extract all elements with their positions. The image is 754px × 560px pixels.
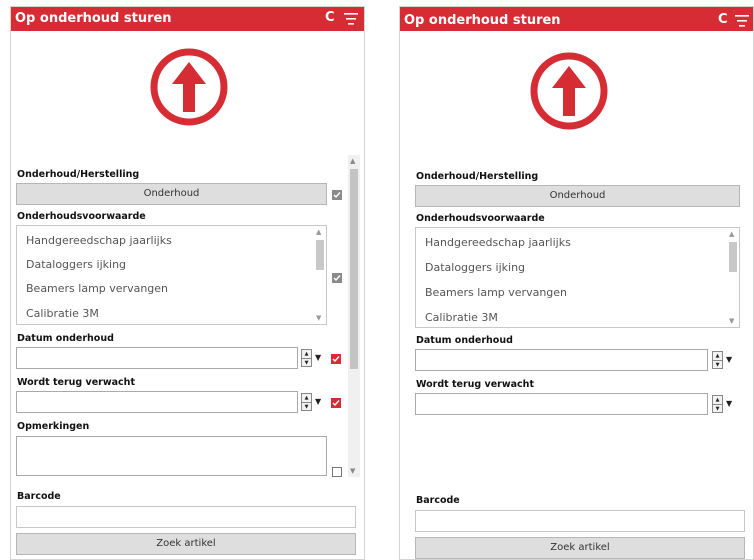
filter-menu-icon[interactable] — [344, 12, 358, 26]
spin-down-icon[interactable]: ▼ — [713, 361, 722, 369]
return-checkbox[interactable] — [331, 398, 341, 408]
scroll-up-icon[interactable]: ▲ — [316, 228, 321, 236]
return-spinner[interactable]: ▲ ▼ — [301, 393, 312, 411]
check-icon — [333, 192, 341, 199]
condition-listbox[interactable]: Handgereedschap jaarlijks Dataloggers ij… — [415, 227, 740, 328]
condition-checkbox[interactable] — [332, 273, 342, 283]
spin-up-icon[interactable]: ▲ — [713, 396, 722, 404]
list-item[interactable]: Beamers lamp vervangen — [26, 282, 168, 295]
date-label: Datum onderhoud — [17, 333, 114, 344]
panel-header: Op onderhoud sturen C — [400, 7, 753, 31]
listbox-scrollbar[interactable]: ▲ ▼ — [314, 226, 326, 324]
type-checkbox[interactable] — [332, 190, 342, 200]
remarks-label: Opmerkingen — [17, 421, 90, 432]
list-item[interactable]: Handgereedschap jaarlijks — [26, 234, 172, 247]
spin-up-icon[interactable]: ▲ — [713, 352, 722, 360]
form-scrollbar[interactable]: ▲ ▼ — [348, 155, 360, 477]
date-spinner[interactable]: ▲ ▼ — [301, 349, 312, 367]
remarks-textarea[interactable] — [16, 436, 327, 476]
barcode-label: Barcode — [416, 495, 460, 506]
clear-button[interactable]: C — [325, 10, 335, 25]
clear-button[interactable]: C — [718, 12, 728, 27]
date-spinner[interactable]: ▲ ▼ — [712, 351, 723, 369]
barcode-label: Barcode — [17, 491, 61, 502]
list-item[interactable]: Handgereedschap jaarlijks — [425, 236, 571, 249]
scroll-up-icon[interactable]: ▲ — [350, 157, 355, 165]
barcode-input[interactable] — [415, 510, 745, 532]
date-field[interactable] — [415, 349, 708, 371]
return-field[interactable] — [415, 393, 708, 415]
spin-up-icon[interactable]: ▲ — [302, 350, 311, 358]
search-article-button[interactable]: Zoek artikel — [415, 537, 745, 559]
date-field[interactable] — [16, 347, 298, 369]
type-label: Onderhoud/Herstelling — [17, 169, 140, 180]
remarks-checkbox[interactable] — [332, 467, 342, 477]
return-dropdown-icon[interactable]: ▼ — [315, 397, 321, 406]
date-checkbox[interactable] — [331, 354, 341, 364]
spin-down-icon[interactable]: ▼ — [713, 405, 722, 413]
scroll-up-icon[interactable]: ▲ — [729, 230, 734, 238]
panel-title: Op onderhoud sturen — [404, 13, 561, 28]
arrow-up-circle-icon — [530, 52, 608, 130]
condition-listbox[interactable]: Handgereedschap jaarlijks Dataloggers ij… — [16, 225, 327, 325]
return-label: Wordt terug verwacht — [416, 379, 534, 390]
type-button[interactable]: Onderhoud — [415, 185, 740, 207]
arrow-up-circle-icon — [150, 48, 228, 126]
panel-left: Op onderhoud sturen C Onderhoud/Herstell… — [10, 6, 365, 560]
list-item[interactable]: Dataloggers ijking — [26, 258, 126, 271]
condition-label: Onderhoudsvoorwaarde — [17, 211, 146, 222]
scroll-thumb[interactable] — [729, 242, 737, 272]
list-item[interactable]: Beamers lamp vervangen — [425, 286, 567, 299]
type-button[interactable]: Onderhoud — [16, 183, 327, 205]
spin-up-icon[interactable]: ▲ — [302, 394, 311, 402]
list-item[interactable]: Dataloggers ijking — [425, 261, 525, 274]
return-spinner[interactable]: ▲ ▼ — [712, 395, 723, 413]
spin-down-icon[interactable]: ▼ — [302, 359, 311, 367]
spin-down-icon[interactable]: ▼ — [302, 403, 311, 411]
scroll-thumb[interactable] — [350, 169, 358, 369]
list-item[interactable]: Calibratie 3M — [425, 311, 498, 324]
check-icon — [332, 356, 340, 363]
condition-label: Onderhoudsvoorwaarde — [416, 213, 545, 224]
check-icon — [332, 400, 340, 407]
return-field[interactable] — [16, 391, 298, 413]
listbox-scrollbar[interactable]: ▲ ▼ — [727, 228, 739, 327]
barcode-input[interactable] — [16, 506, 356, 528]
check-icon — [333, 275, 341, 282]
search-article-button[interactable]: Zoek artikel — [16, 533, 356, 555]
date-dropdown-icon[interactable]: ▼ — [315, 353, 321, 362]
panel-title: Op onderhoud sturen — [15, 11, 172, 26]
return-dropdown-icon[interactable]: ▼ — [726, 399, 732, 408]
panel-right: Op onderhoud sturen C Onderhoud/Herstell… — [399, 6, 754, 560]
panel-header: Op onderhoud sturen C — [11, 7, 364, 31]
filter-menu-icon[interactable] — [735, 14, 749, 28]
type-label: Onderhoud/Herstelling — [416, 171, 539, 182]
return-label: Wordt terug verwacht — [17, 377, 135, 388]
date-dropdown-icon[interactable]: ▼ — [726, 355, 732, 364]
date-label: Datum onderhoud — [416, 335, 513, 346]
scroll-down-icon[interactable]: ▼ — [316, 314, 321, 322]
list-item[interactable]: Calibratie 3M — [26, 307, 99, 320]
scroll-down-icon[interactable]: ▼ — [729, 317, 734, 325]
scroll-down-icon[interactable]: ▼ — [350, 467, 355, 475]
scroll-thumb[interactable] — [316, 240, 324, 270]
